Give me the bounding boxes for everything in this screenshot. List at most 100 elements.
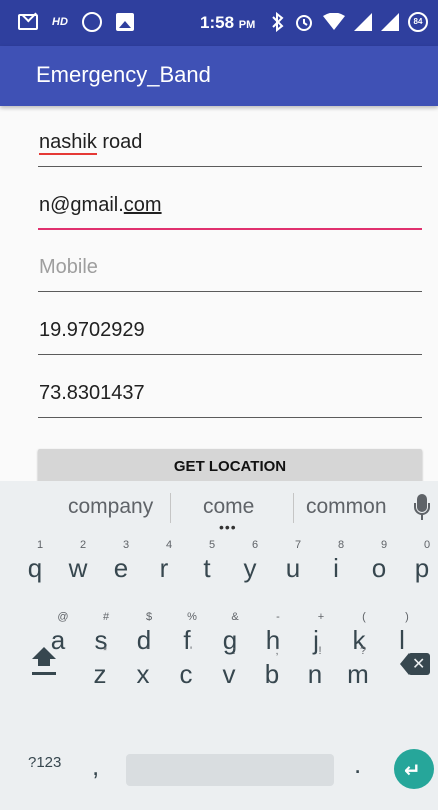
key-label: o	[371, 553, 387, 583]
shift-icon[interactable]	[28, 643, 60, 683]
key-x[interactable]: " x	[123, 639, 163, 699]
email-field[interactable]: n@gmail.com	[38, 186, 422, 230]
email-value: n@gmail.com	[39, 194, 162, 217]
key-hint: 9	[380, 539, 388, 551]
status-bar: HD 1:58 PM 84	[0, 0, 438, 46]
key-label: z	[93, 659, 107, 689]
gmail-notification-icon	[18, 14, 38, 30]
key-label: x	[136, 659, 150, 689]
key-b[interactable]: ; b	[252, 639, 292, 699]
microphone-icon[interactable]	[413, 494, 431, 524]
suggestion-common[interactable]: common	[306, 495, 387, 519]
key-hint: $	[145, 611, 153, 623]
key-hint: 6	[251, 539, 259, 551]
whatsapp-notification-icon	[81, 12, 102, 32]
key-w[interactable]: 2w	[58, 533, 98, 593]
key-hint: *	[102, 645, 108, 657]
get-location-button[interactable]: GET LOCATION	[38, 449, 422, 483]
suggestion-come[interactable]: come	[203, 495, 254, 519]
email-value-prefix: n@gmail.	[39, 194, 124, 216]
key-o[interactable]: 9o	[359, 533, 399, 593]
key-label: u	[285, 553, 301, 583]
key-hint: @	[57, 611, 69, 623]
app-bar: Emergency_Band	[0, 46, 438, 106]
key-hint: -	[276, 611, 280, 623]
battery-icon: 84	[408, 12, 428, 32]
key-hint: )	[405, 611, 409, 623]
key-label: l	[399, 625, 405, 655]
period-key[interactable]: .	[354, 749, 361, 780]
signal-2-icon	[381, 13, 399, 31]
key-m[interactable]: ? m	[338, 639, 378, 699]
key-n[interactable]: ! n	[295, 639, 335, 699]
mobile-placeholder: Mobile	[39, 256, 98, 278]
key-hint: 8	[337, 539, 345, 551]
key-hint: ?	[359, 645, 367, 657]
key-v[interactable]: :v	[209, 639, 249, 699]
mobile-field[interactable]: Mobile	[38, 248, 422, 292]
key-hint: 7	[294, 539, 302, 551]
image-notification-icon	[115, 13, 134, 31]
latitude-value: 19.9702929	[39, 319, 145, 341]
key-z[interactable]: * z	[80, 639, 120, 699]
key-label: r	[159, 553, 169, 583]
key-q[interactable]: 1q	[15, 533, 55, 593]
suggestion-company[interactable]: company	[68, 495, 153, 519]
key-hint: 5	[208, 539, 216, 551]
longitude-value: 73.8301437	[39, 382, 145, 404]
key-e[interactable]: 3e	[101, 533, 141, 593]
backspace-icon[interactable]: ✕	[400, 653, 430, 675]
address-field[interactable]: nashik road	[38, 123, 422, 167]
suggestion-divider	[170, 493, 171, 523]
key-label: n	[307, 659, 323, 689]
hd-icon: HD	[52, 16, 68, 28]
key-p[interactable]: 0p	[402, 533, 438, 593]
key-hint: !	[318, 645, 322, 657]
key-y[interactable]: 6y	[230, 533, 270, 593]
longitude-field[interactable]: 73.8301437	[38, 374, 422, 418]
key-hint: 1	[36, 539, 44, 551]
app-title: Emergency_Band	[36, 62, 211, 87]
signal-icon	[354, 13, 372, 31]
key-hint: 2	[79, 539, 87, 551]
key-label: t	[203, 553, 211, 583]
backspace-glyph: ✕	[412, 656, 426, 673]
key-hint: 0	[423, 539, 431, 551]
key-i[interactable]: 8i	[316, 533, 356, 593]
key-hint: "	[146, 645, 150, 657]
key-label: w	[68, 553, 88, 583]
battery-level: 84	[413, 17, 423, 26]
suggestion-divider	[293, 493, 294, 523]
key-label: c	[179, 659, 193, 689]
key-hint: 3	[122, 539, 130, 551]
key-label: v	[222, 659, 236, 689]
key-t[interactable]: 5t	[187, 533, 227, 593]
clock: 1:58 PM	[200, 13, 255, 33]
key-r[interactable]: 4r	[144, 533, 184, 593]
key-label: q	[27, 553, 43, 583]
key-label: b	[264, 659, 280, 689]
clock-suffix: PM	[238, 19, 256, 31]
enter-key[interactable]: ↵	[394, 749, 434, 789]
key-label: i	[333, 553, 339, 583]
bluetooth-icon	[272, 12, 284, 32]
space-key[interactable]	[126, 754, 334, 786]
symbols-key[interactable]: ?123	[28, 754, 61, 771]
address-value-rest: road	[96, 131, 143, 153]
key-c[interactable]: ' c	[166, 639, 206, 699]
enter-icon: ↵	[404, 760, 421, 782]
key-u[interactable]: 7u	[273, 533, 313, 593]
key-hint: 4	[165, 539, 173, 551]
comma-key[interactable]: ,	[92, 751, 99, 782]
suggestion-strip: company come ••• common	[0, 481, 438, 537]
wifi-icon	[323, 13, 345, 30]
key-hint: :	[232, 645, 236, 657]
address-value-misspelled: nashik	[39, 131, 97, 155]
key-hint: '	[189, 645, 193, 657]
key-hint: (	[362, 611, 366, 623]
latitude-field[interactable]: 19.9702929	[38, 311, 422, 355]
key-hint: #	[102, 611, 110, 623]
key-hint: +	[317, 611, 325, 623]
key-hint: ;	[275, 645, 279, 657]
key-hint: &	[231, 611, 239, 623]
